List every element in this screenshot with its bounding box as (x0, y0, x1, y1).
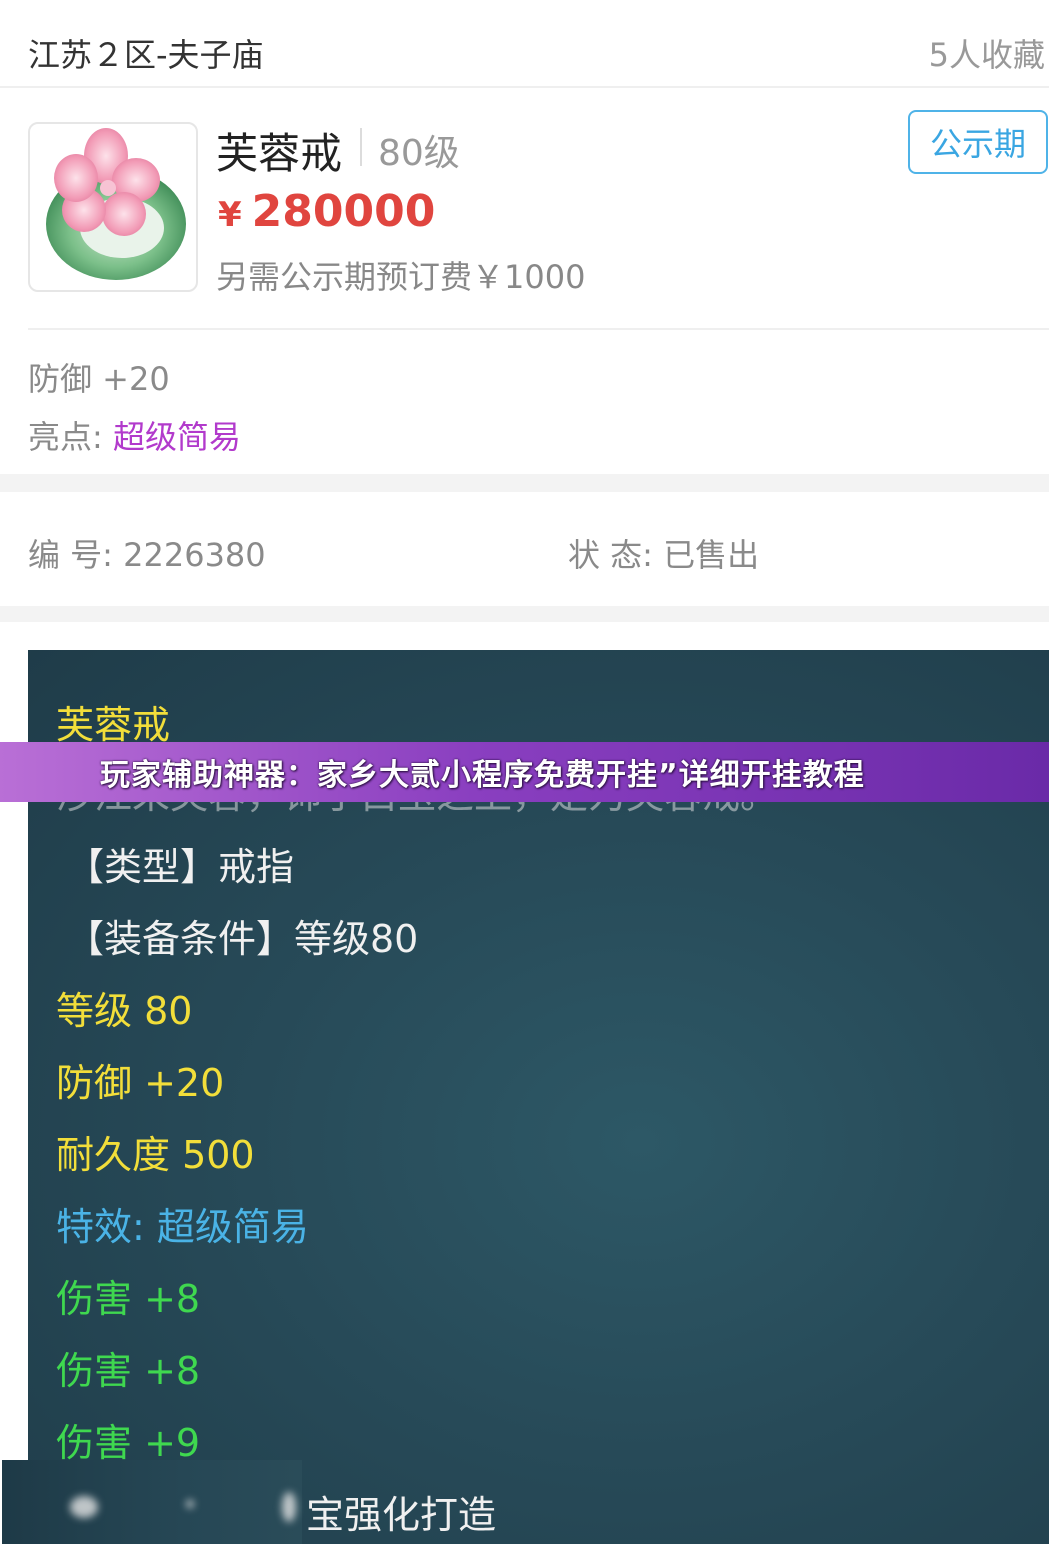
tooltip-type: 【类型】戒指 (66, 845, 295, 889)
tooltip-effect: 特效: 超级简易 (56, 1205, 309, 1249)
tooltip-damage: 伤害 +8 (56, 1277, 201, 1321)
reservation-fee: 另需公示期预订费￥1000 (216, 258, 586, 296)
divider (0, 86, 1049, 88)
jade-ring-icon (46, 128, 186, 280)
favorites-count[interactable]: 5人收藏 (929, 30, 1045, 76)
item-thumbnail[interactable] (28, 122, 198, 292)
item-price: ¥280000 (218, 186, 435, 237)
item-level: 80级 (378, 133, 460, 174)
tooltip-defense: 防御 +20 (56, 1061, 225, 1105)
tooltip-level: 等级 80 (56, 989, 193, 1033)
highlight-label: 亮点: (28, 418, 103, 456)
blurred-region (2, 1460, 302, 1544)
tooltip-requirement: 【装备条件】等级80 (66, 917, 419, 961)
section-gap (0, 474, 1049, 492)
item-name: 芙蓉戒 (216, 129, 343, 178)
server-name: 江苏２区-夫子庙 (28, 36, 264, 74)
sale-state: 状 态: 已售出 (568, 536, 760, 574)
tooltip-title: 芙蓉戒 (56, 703, 171, 747)
blurred-glyph (70, 1496, 98, 1518)
currency-symbol: ¥ (218, 195, 242, 235)
promo-banner[interactable]: 玩家辅助神器：家乡大贰小程序免费开挂”详细开挂教程 (0, 742, 1049, 802)
tooltip-damage: 伤害 +8 (56, 1349, 201, 1393)
defense-stat: 防御 +20 (28, 360, 170, 398)
serial-number: 编 号: 2226380 (28, 536, 266, 574)
tooltip-damage: 伤害 +9 (56, 1421, 201, 1465)
blurred-glyph (186, 1500, 194, 1508)
section-gap (0, 606, 1049, 622)
price-value: 280000 (251, 186, 436, 237)
highlight-row: 亮点: 超级简易 (28, 412, 241, 458)
status-badge[interactable]: 公示期 (908, 110, 1048, 174)
promo-banner-text: 玩家辅助神器：家乡大贰小程序免费开挂”详细开挂教程 (100, 758, 865, 793)
blurred-glyph (282, 1492, 296, 1522)
name-separator (360, 128, 362, 166)
tooltip-forge: 宝强化打造 (306, 1493, 497, 1537)
highlight-value: 超级简易 (112, 418, 241, 456)
divider (28, 328, 1049, 330)
tooltip-durability: 耐久度 500 (56, 1133, 255, 1177)
